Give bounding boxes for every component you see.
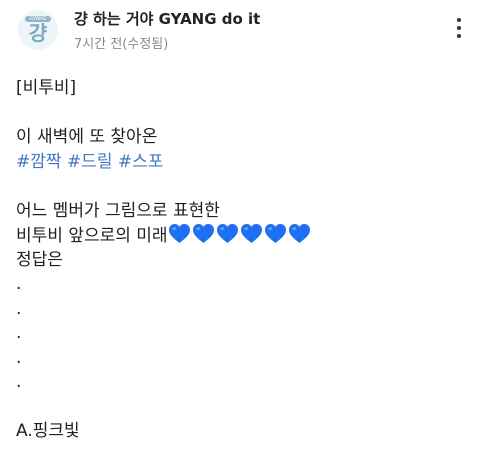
post-line: [비투비] bbox=[16, 78, 77, 98]
hashtag-link[interactable]: #드릴 bbox=[67, 152, 113, 172]
author-name[interactable]: 걍 하는 거야 GYANG do it bbox=[74, 8, 260, 29]
post-line: A.핑크빛 bbox=[16, 421, 80, 441]
dot-line: . bbox=[16, 372, 22, 392]
post-line: 어느 멤버가 그림으로 표현한 bbox=[16, 200, 220, 221]
hashtag-line: #깜짝 #드릴 #스포 bbox=[16, 150, 466, 175]
hashtag-link[interactable]: #깜짝 bbox=[16, 152, 62, 172]
blue-heart-icon bbox=[288, 223, 310, 244]
blue-heart-icon bbox=[192, 223, 214, 244]
heart-row bbox=[168, 223, 312, 246]
more-vertical-icon[interactable] bbox=[451, 14, 467, 44]
hashtag-link[interactable]: #스포 bbox=[118, 152, 164, 172]
dot-line: . bbox=[16, 274, 22, 294]
post-line: 이 새벽에 또 찾아온 bbox=[16, 127, 158, 147]
post-line: 정답은 bbox=[16, 249, 63, 270]
post-line-text: 비투비 앞으로의 미래 bbox=[16, 226, 168, 246]
blue-heart-icon bbox=[264, 223, 286, 244]
avatar[interactable]: GYANG 걍 bbox=[18, 10, 58, 50]
avatar-glyph: 걍 bbox=[28, 21, 48, 45]
post-body: [비투비] 이 새벽에 또 찾아온 #깜짝 #드릴 #스포 어느 멤버가 그림으… bbox=[16, 76, 466, 444]
post-line: 비투비 앞으로의 미래 bbox=[16, 223, 466, 248]
dot-line: . bbox=[16, 347, 22, 368]
blue-heart-icon bbox=[168, 223, 190, 244]
blue-heart-icon bbox=[240, 223, 262, 244]
post-timestamp: 7시간 전(수정됨) bbox=[74, 37, 169, 52]
post-header: GYANG 걍 걍 하는 거야 GYANG do it 7시간 전(수정됨) bbox=[0, 0, 480, 64]
dot-line: . bbox=[16, 323, 22, 343]
blue-heart-icon bbox=[216, 223, 238, 244]
dot-line: . bbox=[16, 298, 22, 319]
